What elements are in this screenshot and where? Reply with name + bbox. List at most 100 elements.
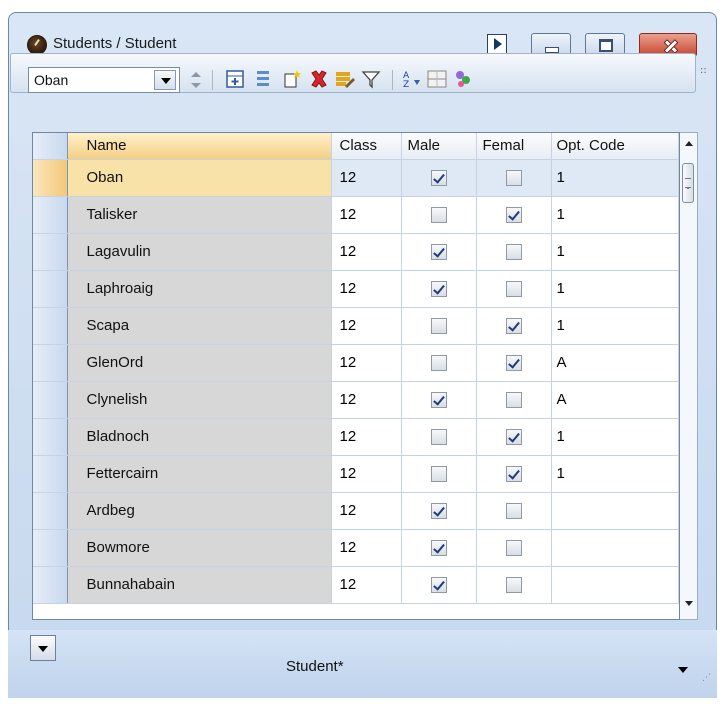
male-cell[interactable] [401, 529, 477, 567]
male-checkbox[interactable] [430, 280, 447, 297]
name-cell[interactable]: Talisker [67, 196, 332, 234]
row-selector[interactable] [33, 196, 68, 234]
vertical-scrollbar[interactable] [680, 132, 698, 620]
class-cell[interactable]: 12 [331, 492, 402, 530]
male-cell[interactable] [401, 233, 477, 271]
opt-code-cell[interactable]: 1 [551, 307, 679, 345]
row-selector[interactable] [33, 492, 68, 530]
male-checkbox[interactable] [430, 539, 447, 556]
male-checkbox[interactable] [430, 169, 447, 186]
male-cell[interactable] [401, 381, 477, 419]
male-cell[interactable] [401, 307, 477, 345]
table-row[interactable]: Fettercairn 12 1 [33, 455, 679, 493]
name-cell[interactable]: Clynelish [67, 381, 332, 419]
column-header-name[interactable]: Name [67, 133, 332, 160]
spinner-down-icon[interactable] [191, 83, 201, 88]
male-cell[interactable] [401, 418, 477, 456]
class-cell[interactable]: 12 [331, 455, 402, 493]
female-checkbox[interactable] [505, 169, 522, 186]
opt-code-cell[interactable]: 1 [551, 270, 679, 308]
male-cell[interactable] [401, 492, 477, 530]
female-checkbox[interactable] [505, 206, 522, 223]
table-row[interactable]: Ardbeg 12 [33, 492, 679, 530]
users-icon[interactable] [452, 68, 474, 90]
table-row[interactable]: Lagavulin 12 1 [33, 233, 679, 271]
name-cell[interactable]: Bladnoch [67, 418, 332, 456]
scroll-down-icon[interactable] [685, 601, 693, 606]
play-button[interactable] [487, 34, 507, 54]
opt-code-cell[interactable]: 1 [551, 418, 679, 456]
name-cell[interactable]: Lagavulin [67, 233, 332, 271]
add-record-icon[interactable] [224, 68, 246, 90]
edit-icon[interactable] [334, 68, 356, 90]
male-cell[interactable] [401, 455, 477, 493]
opt-code-cell[interactable]: 1 [551, 455, 679, 493]
name-cell[interactable]: Oban [67, 159, 332, 197]
opt-code-cell[interactable] [551, 566, 679, 604]
male-checkbox[interactable] [430, 354, 447, 371]
male-cell[interactable] [401, 159, 477, 197]
female-cell[interactable] [476, 529, 552, 567]
record-navigator-combobox[interactable]: Oban [28, 67, 180, 93]
class-cell[interactable]: 12 [331, 418, 402, 456]
opt-code-cell[interactable] [551, 492, 679, 530]
female-cell[interactable] [476, 455, 552, 493]
female-checkbox[interactable] [505, 502, 522, 519]
table-layout-icon[interactable] [426, 68, 448, 90]
class-cell[interactable]: 12 [331, 270, 402, 308]
table-row[interactable]: Bowmore 12 [33, 529, 679, 567]
chevron-down-icon[interactable] [30, 635, 56, 661]
scroll-thumb[interactable] [682, 163, 694, 203]
column-header-female[interactable]: Femal [476, 133, 552, 160]
female-checkbox[interactable] [505, 391, 522, 408]
male-cell[interactable] [401, 566, 477, 604]
male-checkbox[interactable] [430, 243, 447, 260]
column-header-class[interactable]: Class [331, 133, 402, 160]
female-checkbox[interactable] [505, 317, 522, 334]
male-checkbox[interactable] [430, 428, 447, 445]
table-row[interactable]: Talisker 12 1 [33, 196, 679, 234]
name-cell[interactable]: Bunnahabain [67, 566, 332, 604]
row-header-corner[interactable] [33, 133, 68, 160]
row-selector[interactable] [33, 455, 68, 493]
navigator-dropdown-icon[interactable] [154, 70, 176, 90]
table-row[interactable]: Scapa 12 1 [33, 307, 679, 345]
female-checkbox[interactable] [505, 576, 522, 593]
opt-code-cell[interactable] [551, 529, 679, 567]
female-cell[interactable] [476, 270, 552, 308]
row-selector[interactable] [33, 159, 68, 197]
male-checkbox[interactable] [430, 206, 447, 223]
name-cell[interactable]: Scapa [67, 307, 332, 345]
row-selector[interactable] [33, 307, 68, 345]
male-checkbox[interactable] [430, 317, 447, 334]
row-selector[interactable] [33, 529, 68, 567]
female-cell[interactable] [476, 492, 552, 530]
female-cell[interactable] [476, 233, 552, 271]
new-icon[interactable] [282, 68, 304, 90]
class-cell[interactable]: 12 [331, 159, 402, 197]
resize-grip-icon[interactable]: ⋰ [702, 673, 711, 683]
table-row[interactable]: Bunnahabain 12 [33, 566, 679, 604]
opt-code-cell[interactable]: A [551, 344, 679, 382]
name-cell[interactable]: GlenOrd [67, 344, 332, 382]
row-selector[interactable] [33, 418, 68, 456]
female-checkbox[interactable] [505, 539, 522, 556]
row-selector[interactable] [33, 381, 68, 419]
male-checkbox[interactable] [430, 465, 447, 482]
column-header-opt-code[interactable]: Opt. Code [551, 133, 679, 160]
class-cell[interactable]: 12 [331, 529, 402, 567]
row-selector[interactable] [33, 344, 68, 382]
class-cell[interactable]: 12 [331, 381, 402, 419]
male-checkbox[interactable] [430, 576, 447, 593]
sort-icon[interactable]: A Z [400, 68, 422, 90]
male-checkbox[interactable] [430, 502, 447, 519]
male-cell[interactable] [401, 196, 477, 234]
list-icon[interactable] [252, 68, 274, 90]
female-cell[interactable] [476, 344, 552, 382]
spinner-up-icon[interactable] [191, 72, 201, 77]
male-cell[interactable] [401, 270, 477, 308]
table-row[interactable]: Oban 12 1 [33, 159, 679, 197]
name-cell[interactable]: Ardbeg [67, 492, 332, 530]
class-cell[interactable]: 12 [331, 344, 402, 382]
table-row[interactable]: Clynelish 12 A [33, 381, 679, 419]
